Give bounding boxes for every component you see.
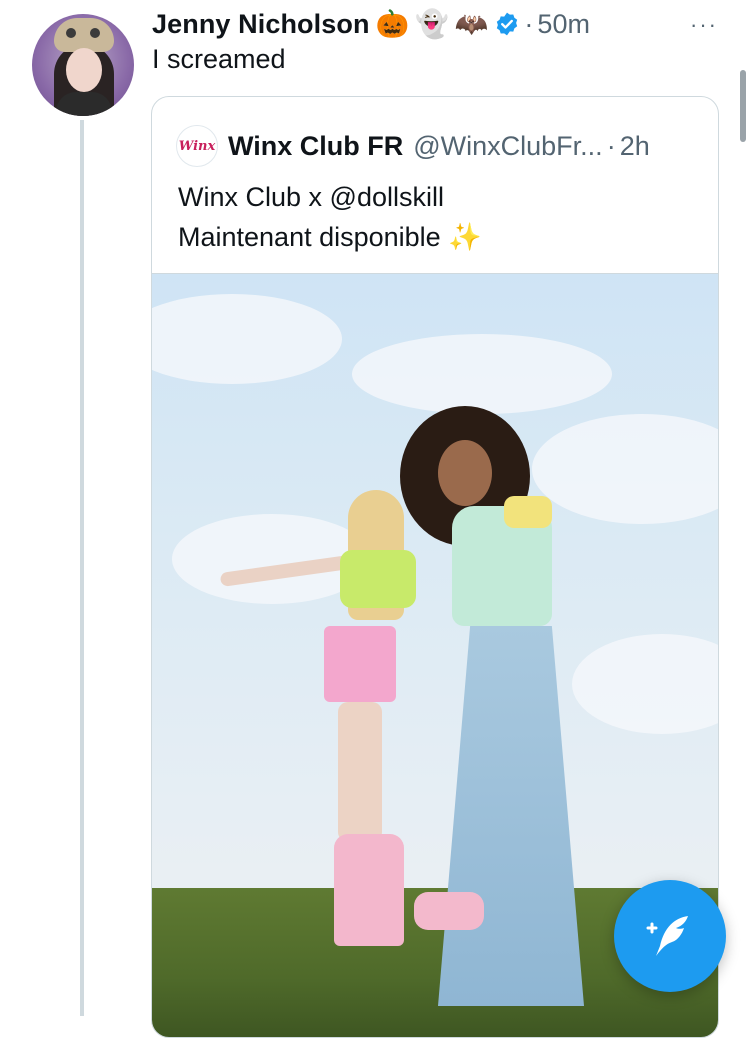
model-legs [338,702,382,842]
pumpkin-icon: 🎃 [375,9,410,39]
quoted-tweet-header: Winx Winx Club FR @WinxClubFr... · 2h [176,125,650,167]
cloud-shape [572,634,718,734]
time-separator: · [524,8,534,39]
compose-quill-icon [646,916,688,956]
quoted-author-avatar[interactable]: Winx [176,125,218,167]
model-yellow-sleeve [504,496,552,528]
quoted-time-separator: · [606,130,616,161]
cloud-shape [352,334,612,414]
author-avatar[interactable] [32,14,134,116]
quoted-author-handle[interactable]: @WinxClubFr... [413,131,602,162]
model-pink-platforms [414,892,484,930]
bat-icon: 🦇 [454,9,489,39]
more-options-button[interactable]: ··· [690,12,718,38]
cloud-shape [532,414,718,524]
avatar-hat [54,18,114,52]
verified-badge-icon [497,12,518,36]
winx-logo: Winx [178,138,216,154]
author-name[interactable]: Jenny Nicholson [152,9,370,40]
quoted-tweet-text: Winx Club x @dollskill Maintenant dispon… [178,177,482,257]
scrollbar[interactable] [740,70,746,142]
ghost-icon: 👻 [415,9,449,39]
quoted-text-line-1: Winx Club x @dollskill [178,182,444,212]
avatar-body [56,92,112,116]
model-face [438,440,492,506]
quoted-text-line-2: Maintenant disponible ✨ [178,222,482,252]
avatar-face [66,48,102,92]
quoted-timestamp[interactable]: 2h [620,131,650,162]
model-flare-jeans [438,626,584,1006]
cloud-shape [152,294,342,384]
model-green-top [340,550,416,608]
compose-tweet-button[interactable] [614,880,726,992]
model-pink-skirt [324,626,396,702]
thread-connector-line [80,120,84,1016]
model-pink-boots [334,834,404,946]
tweet-header: Jenny Nicholson 🎃 👻 🦇 · 50m [152,4,750,44]
sparkles-icon: ✨ [448,222,482,252]
tweet-timestamp[interactable]: 50m [537,9,590,40]
quoted-author-name[interactable]: Winx Club FR [228,131,403,162]
tweet-text: I screamed [152,44,286,74]
